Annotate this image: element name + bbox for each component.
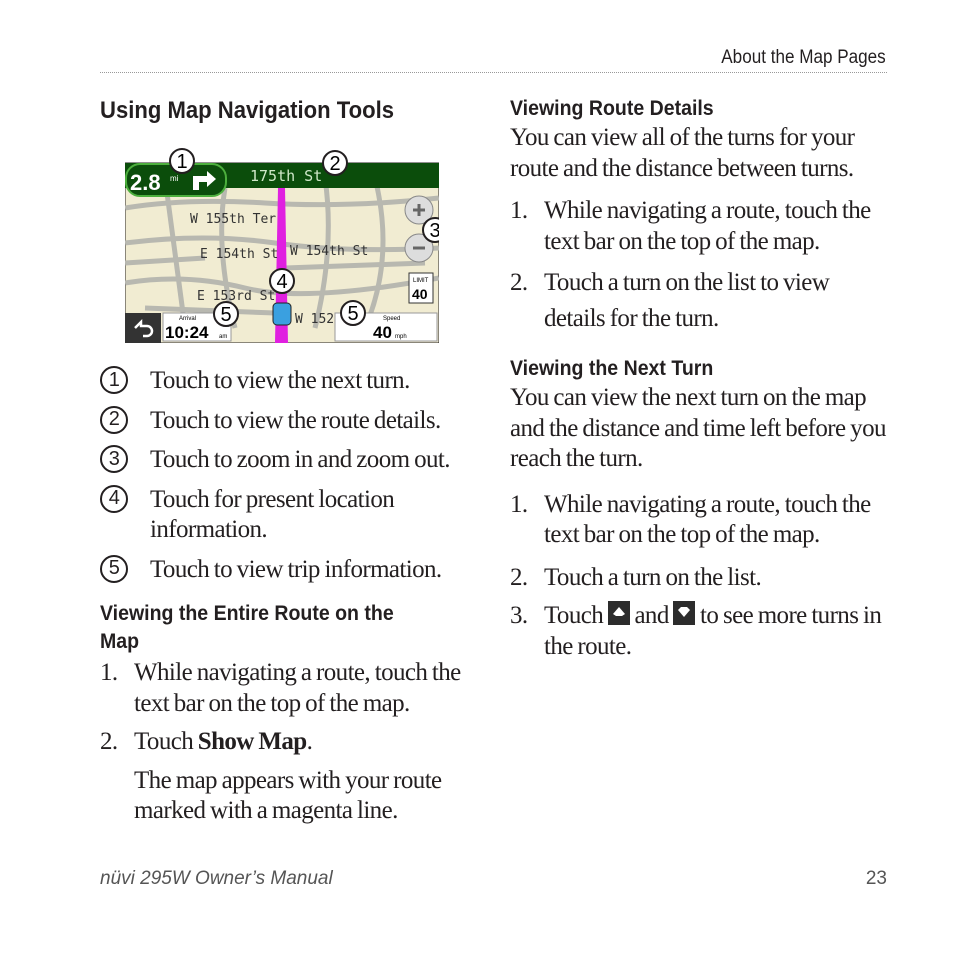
section-header: About the Map Pages (721, 47, 886, 68)
callout-5a: 5 (213, 301, 239, 327)
back-button[interactable] (125, 313, 161, 343)
limit-label: LIMIT (413, 278, 429, 284)
footer-manual: nüvi 295W Owner’s Manual (100, 868, 333, 889)
section-heading: Viewing the Next Turn (510, 357, 714, 380)
callout-1: 1 (169, 148, 195, 174)
up-arrow-icon (607, 601, 630, 625)
section-next-turn: Viewing the Next Turn You can view the n… (510, 355, 890, 662)
intro-text: You can view all of the turns for your r… (510, 124, 855, 182)
callout-item: 3 Touch to zoom in and zoom out. (100, 445, 480, 476)
map-label: W 152 (295, 312, 334, 327)
header-divider (100, 72, 887, 73)
callout-2: 2 (322, 150, 348, 176)
intro-text: You can view the next turn on the map an… (510, 384, 886, 472)
svg-text:1: 1 (176, 151, 187, 173)
svg-text:5: 5 (220, 304, 231, 326)
arrival-suffix: am (219, 334, 227, 340)
speed-label: Speed (383, 316, 400, 322)
speed-unit: mph (395, 334, 407, 340)
show-map-label: Show Map (197, 728, 307, 755)
callout-4: 4 (269, 268, 295, 294)
map-distance[interactable]: 2.8 (130, 170, 161, 195)
page-number: 23 (865, 868, 887, 889)
callout-item: 5 Touch to view trip information. (100, 554, 480, 586)
svg-text:4: 4 (276, 271, 287, 293)
current-speed: 40 (373, 323, 392, 342)
map-distance-unit: mi (170, 174, 179, 183)
svg-text:2: 2 (329, 153, 340, 175)
note-text: The map appears with your route marked w… (134, 766, 442, 825)
map-street[interactable]: 175th St (250, 167, 322, 185)
section-entire-route: Viewing the Entire Route on the Map 1. Wh… (100, 600, 480, 827)
arrival-label: Arrival (179, 316, 196, 322)
callout-list: 1 Touch to view the next turn. 2 Touch to … (100, 366, 480, 594)
arrival-time: 10:24 (165, 323, 209, 342)
callout-item: 2 Touch to view the route details. (100, 405, 480, 437)
svg-text:5: 5 (347, 303, 358, 325)
vehicle-icon (272, 302, 292, 326)
speed-limit: 40 (412, 286, 428, 302)
section-heading: Viewing Route Details (510, 97, 714, 120)
callout-5b: 5 (340, 300, 366, 326)
section-route-details: Viewing Route Details You can view all o… (510, 95, 890, 337)
down-arrow-icon (673, 601, 696, 625)
map-label: W 155th Ter (190, 212, 276, 227)
callout-3: 3 (422, 217, 439, 243)
map-label: E 154th St (200, 247, 278, 262)
map-screenshot: 2.8 mi 175th St W 155th Ter E 154th St W… (125, 148, 439, 343)
map-label: W 154th St (290, 244, 368, 259)
callout-item: 4 Touch for present location information. (100, 484, 480, 546)
map-label: E 153rd St (197, 289, 275, 304)
svg-text:3: 3 (429, 220, 439, 242)
section-heading: Viewing the Entire Route on the Map (100, 602, 394, 653)
page-title: Using Map Navigation Tools (100, 97, 395, 124)
callout-item: 1 Touch to view the next turn. (100, 366, 480, 397)
